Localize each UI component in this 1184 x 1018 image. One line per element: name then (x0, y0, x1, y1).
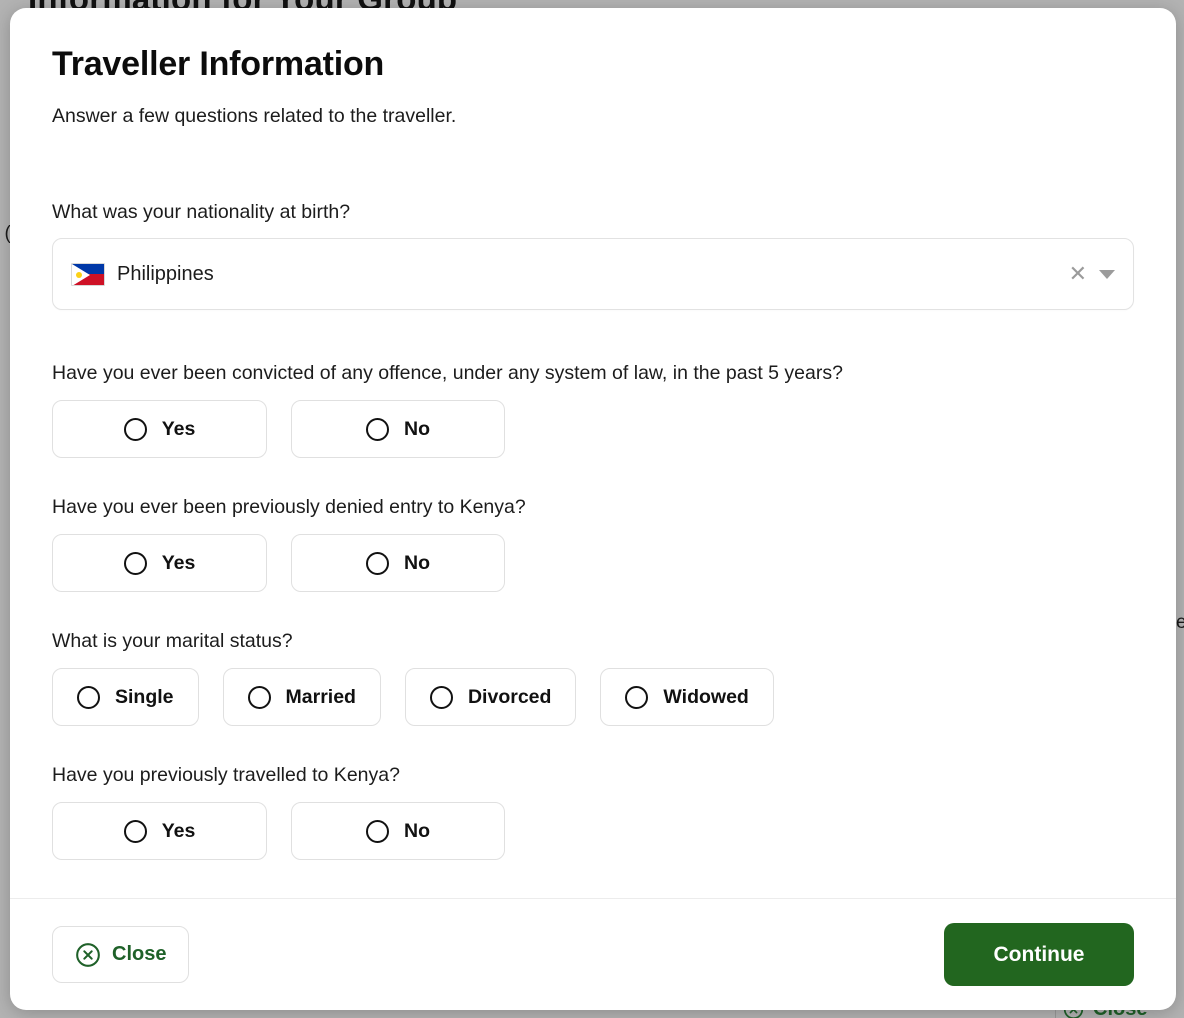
close-x-icon[interactable]: ✕ (1069, 263, 1087, 285)
option-label: Married (285, 685, 356, 708)
option-marital-status-divorced[interactable]: Divorced (404, 668, 577, 726)
question-convicted-offence: Have you ever been convicted of any offe… (52, 360, 1134, 458)
screen: Information for Your Group t ( e e e Clo… (0, 0, 1184, 1018)
option-label: Single (115, 685, 174, 708)
option-convicted-offence-no[interactable]: No (291, 400, 505, 458)
question-denied-entry: Have you ever been previously denied ent… (52, 494, 1134, 592)
modal-footer: Close Continue (10, 898, 1176, 1010)
nationality-select-actions: ✕ (1069, 239, 1115, 309)
option-label: Yes (161, 819, 196, 842)
page-title: Traveller Information (52, 45, 385, 83)
option-denied-entry-no[interactable]: No (291, 534, 505, 592)
radio-icon (429, 685, 453, 709)
option-label: No (404, 819, 430, 842)
option-convicted-offence-yes[interactable]: Yes (52, 400, 267, 458)
page-subtitle: Answer a few questions related to the tr… (52, 105, 457, 127)
option-group-marital-status: Single Married Divorced Widowed (52, 668, 1134, 726)
nationality-field-group: What was your nationality at birth? Phil… (52, 199, 1134, 310)
option-label: No (404, 551, 430, 574)
option-label: Yes (161, 417, 196, 440)
nationality-selected-value: Philippines (117, 262, 214, 285)
option-label: No (404, 417, 430, 440)
background-right-text: e (1176, 612, 1184, 633)
option-group-convicted-offence: Yes No (52, 400, 1134, 458)
option-label: Divorced (467, 685, 552, 708)
radio-icon (366, 819, 389, 843)
philippines-flag-icon (71, 262, 105, 286)
question-label: Have you ever been convicted of any offe… (52, 362, 843, 384)
question-label: Have you ever been previously denied ent… (52, 496, 526, 518)
option-group-denied-entry: Yes No (52, 534, 1134, 592)
continue-button[interactable]: Continue (944, 923, 1134, 986)
radio-icon (247, 685, 271, 709)
radio-icon (625, 685, 649, 709)
radio-icon (366, 551, 389, 575)
close-button-label: Close (112, 943, 167, 965)
radio-icon (123, 551, 147, 575)
radio-icon (123, 819, 147, 843)
caret-down-icon[interactable] (1099, 269, 1115, 279)
option-marital-status-widowed[interactable]: Widowed (600, 668, 774, 726)
radio-icon (123, 417, 147, 441)
radio-icon (77, 685, 100, 709)
circle-x-icon (76, 942, 100, 967)
question-previously-travelled: Have you previously travelled to Kenya? … (52, 762, 1134, 860)
nationality-select[interactable]: Philippines ✕ (52, 238, 1134, 310)
option-label: Yes (161, 551, 196, 574)
option-marital-status-single[interactable]: Single (52, 668, 199, 726)
option-denied-entry-yes[interactable]: Yes (52, 534, 267, 592)
nationality-label: What was your nationality at birth? (52, 201, 351, 223)
traveller-information-modal: Traveller Information Answer a few quest… (10, 8, 1176, 1010)
question-label: Have you previously travelled to Kenya? (52, 764, 400, 786)
option-label: Widowed (663, 685, 749, 708)
option-previously-travelled-no[interactable]: No (291, 802, 505, 860)
modal-body: Traveller Information Answer a few quest… (10, 8, 1176, 898)
option-group-previously-travelled: Yes No (52, 802, 1134, 860)
option-previously-travelled-yes[interactable]: Yes (52, 802, 267, 860)
close-button[interactable]: Close (52, 926, 190, 983)
radio-icon (366, 417, 389, 441)
question-label: What is your marital status? (52, 630, 293, 652)
option-marital-status-married[interactable]: Married (222, 668, 381, 726)
question-marital-status: What is your marital status? Single Marr… (52, 628, 1134, 726)
